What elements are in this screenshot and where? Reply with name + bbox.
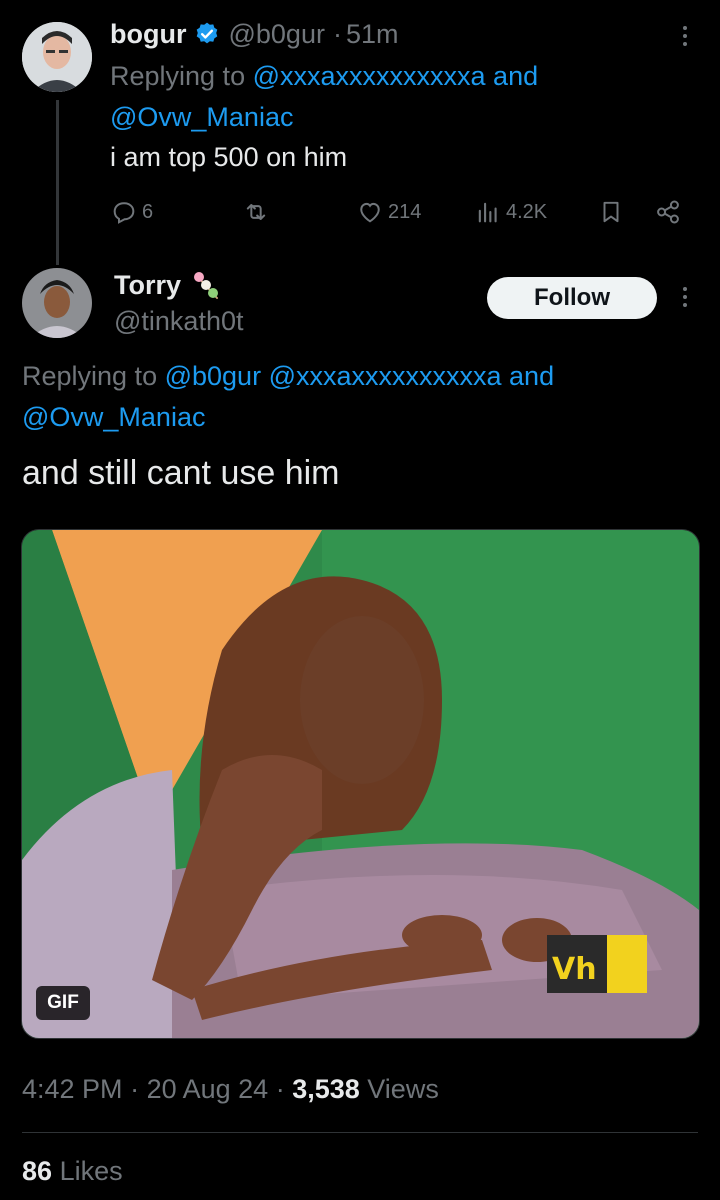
views-count: 3,538 — [292, 1074, 360, 1104]
post-text: and still cant use him — [22, 454, 340, 492]
like-button[interactable]: 214 — [356, 198, 421, 226]
mention-link[interactable]: @xxxaxxxxxxxxxxa — [269, 361, 502, 391]
more-options-icon[interactable] — [681, 26, 689, 46]
analytics-icon — [478, 202, 497, 223]
likes-label: Likes — [59, 1156, 123, 1186]
views-button[interactable]: 4.2K — [474, 198, 547, 226]
replying-to: Replying to @xxxaxxxxxxxxxxa and @Ovw_Ma… — [110, 61, 539, 132]
author-handle[interactable]: @tinkath0t — [114, 306, 243, 337]
avatar-torry[interactable] — [22, 268, 92, 338]
main-header: Torry — [114, 268, 223, 302]
gif-badge: GIF — [36, 986, 90, 1020]
more-options-icon[interactable] — [681, 287, 689, 307]
author-handle[interactable]: @b0gur — [228, 19, 324, 50]
mention-link[interactable]: @Ovw_Maniac — [110, 102, 293, 132]
avatar-bogur[interactable] — [22, 22, 92, 92]
candy-emoji-icon — [189, 268, 223, 302]
post-time[interactable]: 4:42 PM — [22, 1074, 123, 1104]
author-name[interactable]: Torry — [114, 270, 181, 301]
verified-badge-icon — [194, 21, 220, 47]
reply-button[interactable]: 6 — [110, 198, 153, 226]
share-icon[interactable] — [654, 198, 682, 231]
likes-count: 86 — [22, 1156, 53, 1186]
author-name[interactable]: bogur — [110, 19, 186, 50]
reply-count: 6 — [142, 200, 154, 223]
vh1-logo: Vh — [552, 952, 597, 987]
thread-line — [56, 100, 59, 265]
replying-to: Replying to @b0gur @xxxaxxxxxxxxxxa and … — [22, 361, 555, 432]
post-text: i am top 500 on him — [110, 142, 348, 172]
divider — [22, 1132, 698, 1133]
reply1-header: bogur @b0gur · 51m — [110, 16, 398, 52]
post-date[interactable]: 20 Aug 24 — [147, 1074, 269, 1104]
views-label: Views — [367, 1074, 439, 1104]
post-meta: 4:42 PM · 20 Aug 24 · 3,538 Views — [22, 1074, 439, 1104]
mention-link[interactable]: @b0gur — [165, 361, 261, 391]
views-count: 4.2K — [506, 200, 548, 223]
repost-icon — [246, 204, 266, 220]
post-time[interactable]: 51m — [346, 19, 399, 50]
gif-media[interactable]: Vh — [21, 529, 700, 1039]
gif-image: Vh — [22, 530, 699, 1038]
heart-icon — [360, 202, 380, 223]
mention-link[interactable]: @Ovw_Maniac — [22, 402, 205, 432]
follow-button[interactable]: Follow — [487, 277, 657, 319]
likes-summary[interactable]: 86 Likes — [22, 1156, 123, 1187]
separator-dot: · — [332, 18, 342, 49]
mention-link[interactable]: @xxxaxxxxxxxxxxa — [253, 61, 486, 91]
reply-icon — [113, 202, 135, 224]
bookmark-icon[interactable] — [598, 198, 624, 231]
like-count: 214 — [388, 200, 422, 223]
repost-button[interactable] — [242, 198, 274, 226]
